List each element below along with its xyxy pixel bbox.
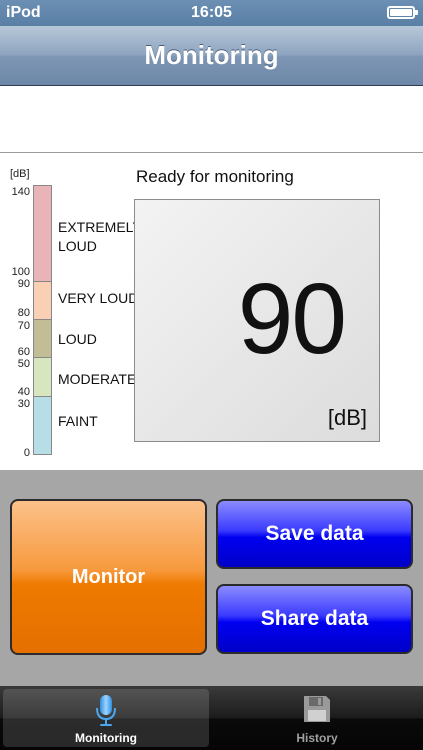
battery-icon xyxy=(387,6,418,19)
app-screen: iPod 16:05 Monitoring [dB] 140 100 90 80… xyxy=(0,0,423,750)
control-panel: Monitor Save data Share data xyxy=(0,470,423,686)
tab-bar: Monitoring History xyxy=(0,686,423,750)
zone-label-line: EXTREMELY xyxy=(58,219,142,235)
tab-monitoring[interactable]: Monitoring xyxy=(3,689,209,747)
floppy-disk-icon xyxy=(304,696,330,722)
scale-tick: 30 xyxy=(17,398,30,410)
zone-label-moderate: MODERATE xyxy=(58,371,137,387)
zone-label-faint: FAINT xyxy=(58,413,98,429)
navigation-bar: Monitoring xyxy=(0,26,423,86)
tab-label: Monitoring xyxy=(75,731,137,745)
decibel-scale-bar xyxy=(33,185,52,455)
microphone-icon xyxy=(96,695,116,726)
scale-tick: 80 xyxy=(17,307,30,319)
clock: 16:05 xyxy=(191,4,232,21)
scale-zone-very-loud xyxy=(34,282,51,320)
zone-label-extremely-loud: EXTREMELY LOUD xyxy=(58,218,142,256)
info-area xyxy=(0,87,423,153)
tab-label: History xyxy=(296,731,338,745)
scale-zone-loud xyxy=(34,320,51,358)
scale-tick: 100 xyxy=(11,266,30,278)
scale-tick: 140 xyxy=(11,186,30,198)
scale-tick: 90 xyxy=(17,278,30,290)
tab-history[interactable]: History xyxy=(214,689,420,747)
scale-tick: 40 xyxy=(17,386,30,398)
scale-tick: 70 xyxy=(17,320,30,332)
scale-tick: 60 xyxy=(17,346,30,358)
scale-tick: 0 xyxy=(23,447,30,459)
decibel-readout-panel: 90 [dB] xyxy=(134,199,380,442)
scale-tick: 50 xyxy=(17,358,30,370)
decibel-unit: [dB] xyxy=(327,405,367,430)
scale-zone-extremely-loud xyxy=(34,186,51,282)
scale-zone-moderate xyxy=(34,358,51,397)
save-data-button[interactable]: Save data xyxy=(216,499,413,569)
share-data-button[interactable]: Share data xyxy=(216,584,413,654)
zone-label-line: LOUD xyxy=(58,238,97,254)
decibel-value: 90 xyxy=(237,263,347,375)
monitoring-status-text: Ready for monitoring xyxy=(136,167,294,186)
scale-unit-label: [dB] xyxy=(10,168,30,180)
zone-label-very-loud: VERY LOUD xyxy=(58,290,139,306)
status-bar: iPod 16:05 xyxy=(0,0,423,26)
scale-zone-faint xyxy=(34,397,51,454)
zone-label-loud: LOUD xyxy=(58,331,97,347)
page-title: Monitoring xyxy=(144,40,279,70)
monitor-button[interactable]: Monitor xyxy=(10,499,207,655)
